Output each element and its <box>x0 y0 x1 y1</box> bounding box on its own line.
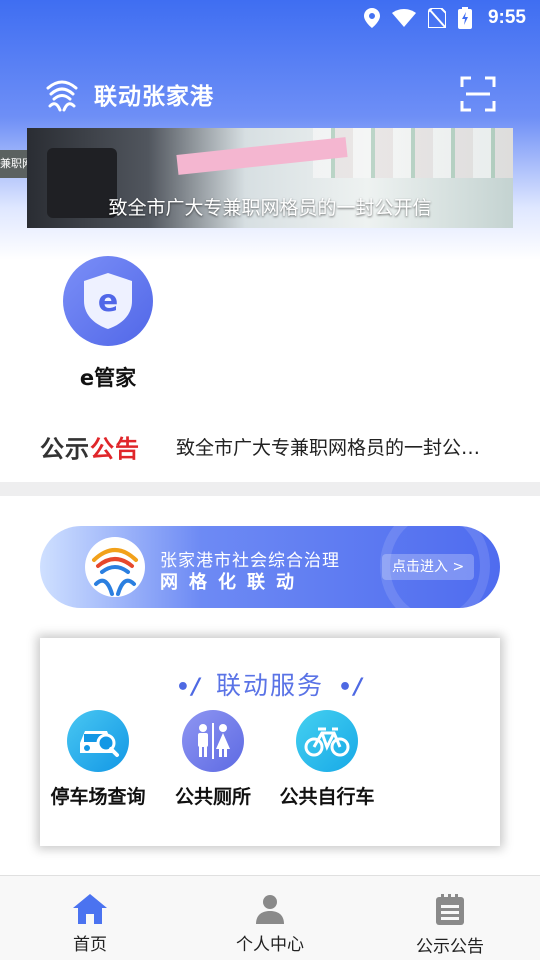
title-decoration-right: •/ <box>338 675 365 700</box>
location-icon <box>363 8 380 28</box>
car-search-icon <box>67 710 129 772</box>
app-title: 联动张家港 <box>94 84 214 110</box>
home-icon <box>73 894 107 924</box>
grid-banner-line2: 网格化联动 <box>160 572 305 593</box>
grid-emblem-icon <box>85 537 145 597</box>
nav-notices[interactable]: 公示公告 <box>360 876 540 960</box>
e-steward-button[interactable]: e e管家 <box>58 256 158 392</box>
notice-text[interactable]: 致全市广大专兼职网格员的一封公开信 <box>176 433 486 460</box>
wifi-icon <box>391 9 416 27</box>
e-steward-icon: e <box>63 256 153 346</box>
app-header: 联动张家港 <box>0 64 540 124</box>
notice-board-icon <box>436 894 464 925</box>
restroom-icon <box>182 710 244 772</box>
grid-linkage-banner[interactable]: 张家港市社会综合治理 网格化联动 点击进入 > <box>40 526 500 608</box>
notice-ticker[interactable]: 公示公告 致全市广大专兼职网格员的一封公开信 <box>40 428 500 464</box>
clock: 9:55 <box>487 7 526 28</box>
banner-previous-caption: 兼职网 <box>0 157 27 170</box>
news-banner[interactable]: 致全市广大专兼职网格员的一封公开信 <box>27 128 513 228</box>
user-icon <box>256 895 284 924</box>
title-decoration-left: •/ <box>175 675 202 700</box>
bicycle-icon <box>296 710 358 772</box>
nav-home[interactable]: 首页 <box>0 876 180 960</box>
nav-notices-label: 公示公告 <box>416 937 484 957</box>
bottom-navigation: 首页 个人中心 公示公告 <box>0 875 540 960</box>
no-sim-icon <box>427 8 446 28</box>
services-title: •/ 联动服务 •/ <box>40 666 500 702</box>
e-steward-label: e管家 <box>79 366 137 390</box>
notice-badge: 公示公告 <box>40 429 152 464</box>
banner-previous-slide-peek: 兼职网 <box>0 150 27 178</box>
nav-home-label: 首页 <box>73 935 107 955</box>
nav-personal-center-label: 个人中心 <box>236 935 304 955</box>
parking-lookup-label: 停车场查询 <box>50 786 146 808</box>
linkage-services-card: •/ 联动服务 •/ 停车场查询 公共厕所 公共自行车 <box>40 638 500 846</box>
notice-badge-part1: 公示 <box>40 434 90 463</box>
status-bar: 9:55 <box>0 0 540 36</box>
app-logo-icon <box>46 80 78 112</box>
nav-personal-center[interactable]: 个人中心 <box>180 876 360 960</box>
services-title-text: 联动服务 <box>215 671 324 700</box>
enter-button[interactable]: 点击进入 > <box>382 554 475 580</box>
battery-icon <box>457 7 472 29</box>
scan-button[interactable] <box>460 76 496 112</box>
parking-lookup-button[interactable]: 停车场查询 <box>38 710 158 809</box>
banner-caption: 致全市广大专兼职网格员的一封公开信 <box>108 197 432 219</box>
public-toilet-label: 公共厕所 <box>174 786 251 808</box>
public-bicycle-button[interactable]: 公共自行车 <box>267 710 387 809</box>
public-toilet-button[interactable]: 公共厕所 <box>153 710 273 809</box>
public-bicycle-label: 公共自行车 <box>279 786 375 808</box>
section-divider <box>0 482 540 496</box>
notice-badge-part2: 公告 <box>90 434 140 463</box>
e-steward-icon-letter: e <box>98 284 118 319</box>
